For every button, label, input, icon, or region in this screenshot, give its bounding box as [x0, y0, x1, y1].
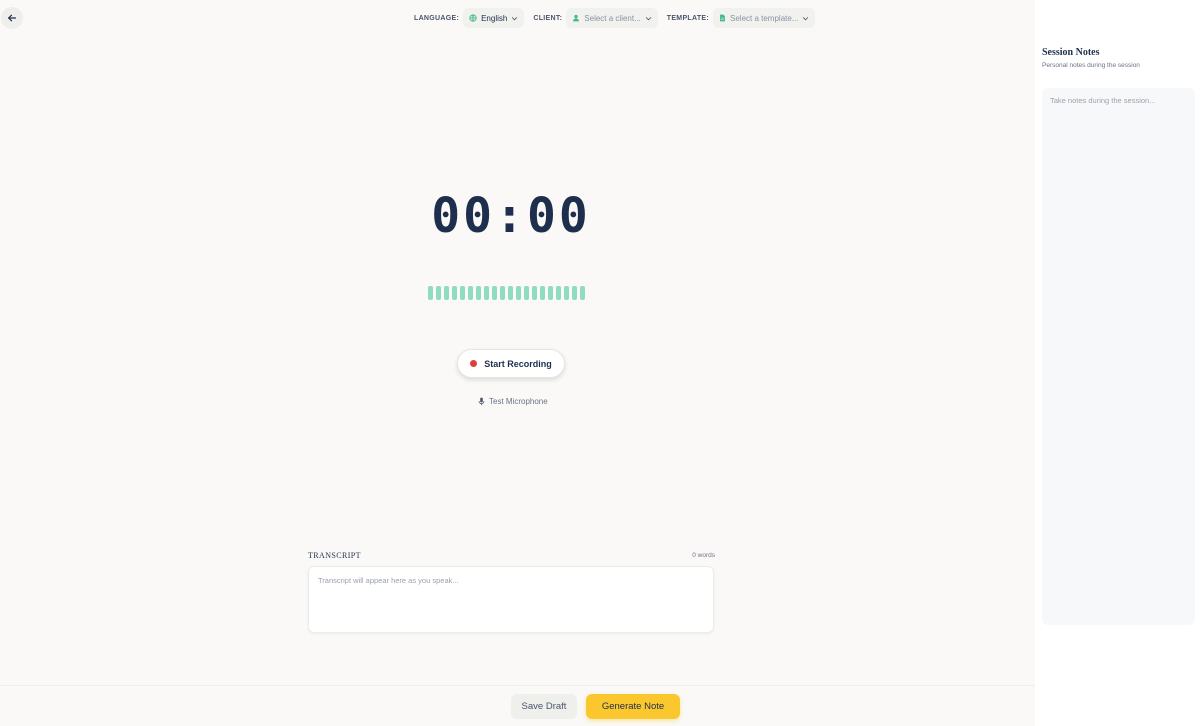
client-label: CLIENT: — [533, 14, 563, 22]
save-draft-button[interactable]: Save Draft — [511, 694, 577, 719]
document-icon — [720, 14, 725, 22]
wave-bar — [492, 286, 497, 300]
wave-bar — [556, 286, 561, 300]
wave-bar — [476, 286, 481, 300]
session-notes-input[interactable] — [1042, 88, 1195, 625]
user-icon — [573, 14, 580, 22]
chevron-down-icon — [803, 16, 809, 20]
language-label: LANGUAGE: — [414, 14, 460, 22]
top-bar: LANGUAGE: English CLIENT: Select a clien… — [0, 0, 1035, 37]
language-select[interactable]: English — [463, 8, 525, 28]
session-notes-title: Session Notes — [1042, 47, 1100, 58]
test-microphone-link[interactable]: Test Microphone — [478, 395, 548, 407]
session-notes-subtitle: Personal notes during the session — [1042, 62, 1140, 69]
wave-bar — [572, 286, 577, 300]
template-placeholder: Select a template... — [730, 13, 799, 23]
client-select[interactable]: Select a client... — [566, 8, 658, 28]
wave-bar — [452, 286, 457, 300]
wave-bar — [460, 286, 465, 300]
wave-bar — [540, 286, 545, 300]
session-selectors: LANGUAGE: English CLIENT: Select a clien… — [414, 8, 824, 28]
action-bar: Save Draft Generate Note — [0, 685, 1035, 726]
chevron-down-icon — [512, 16, 518, 20]
chevron-down-icon — [645, 16, 651, 20]
recording-timer: 00:00 — [431, 188, 591, 244]
wave-bar — [564, 286, 569, 300]
client-placeholder: Select a client... — [584, 13, 641, 23]
arrow-left-icon — [8, 14, 17, 22]
transcript-placeholder: Transcript will appear here as you speak… — [318, 576, 459, 585]
wave-bar — [468, 286, 473, 300]
wave-bar — [548, 286, 553, 300]
microphone-icon — [478, 397, 485, 405]
audio-waveform — [428, 286, 585, 300]
transcript-heading: TRANSCRIPT — [308, 551, 361, 560]
template-select[interactable]: Select a template... — [713, 8, 816, 28]
wave-bar — [444, 286, 449, 300]
transcript-box[interactable]: Transcript will appear here as you speak… — [308, 566, 714, 633]
wave-bar — [484, 286, 489, 300]
wave-bar — [532, 286, 537, 300]
recorder-panel: 00:00 Start Recording Test Microphone TR… — [0, 37, 1035, 685]
start-recording-label: Start Recording — [484, 358, 552, 369]
wave-bar — [500, 286, 505, 300]
word-count: 0 words — [692, 552, 715, 559]
wave-bar — [436, 286, 441, 300]
session-notes-sidebar: Session Notes Personal notes during the … — [1035, 0, 1200, 726]
wave-bar — [428, 286, 433, 300]
globe-icon — [469, 14, 477, 22]
generate-note-button[interactable]: Generate Note — [586, 694, 680, 719]
wave-bar — [524, 286, 529, 300]
template-label: TEMPLATE: — [666, 14, 709, 22]
language-value: English — [481, 13, 508, 23]
record-dot-icon — [470, 360, 478, 367]
back-button[interactable] — [1, 7, 23, 29]
wave-bar — [580, 286, 585, 300]
wave-bar — [508, 286, 513, 300]
wave-bar — [516, 286, 521, 300]
test-microphone-label: Test Microphone — [489, 396, 548, 406]
start-recording-button[interactable]: Start Recording — [457, 349, 565, 378]
